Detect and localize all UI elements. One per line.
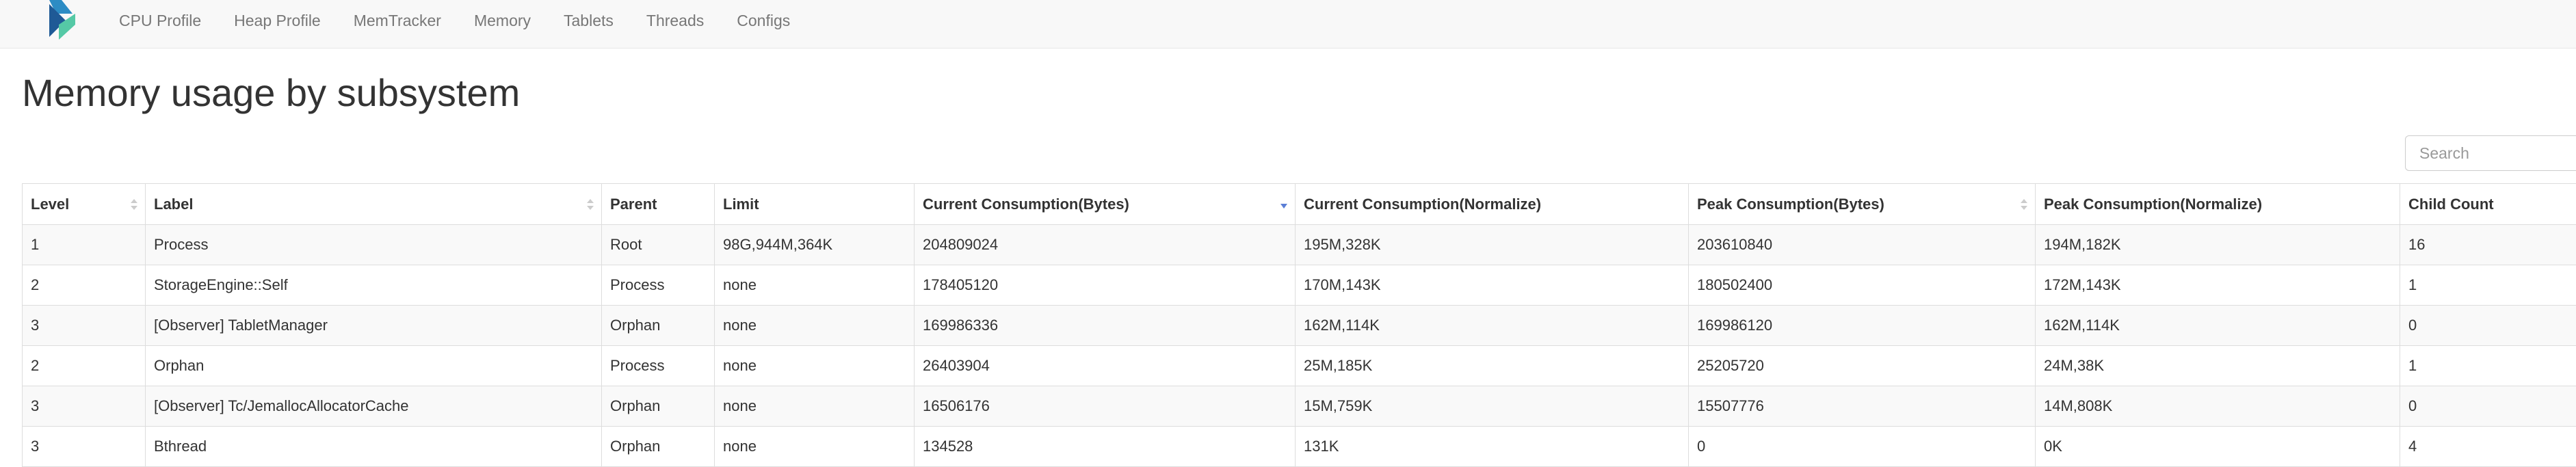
cell-limit: none [715,427,915,467]
cell-peak-normalize: 24M,38K [2036,346,2400,386]
cell-peak-bytes: 180502400 [1689,265,2036,306]
col-header-current-normalize[interactable]: Current Consumption(Normalize) [1296,184,1689,225]
cell-label: Bthread [146,427,602,467]
table-row: 3 [Observer] TabletManager Orphan none 1… [23,306,2576,346]
col-header-label: Parent [610,196,657,213]
cell-peak-normalize: 162M,114K [2036,306,2400,346]
cell-label: Orphan [146,346,602,386]
cell-peak-bytes: 169986120 [1689,306,2036,346]
cell-peak-normalize: 14M,808K [2036,386,2400,427]
col-header-label: Child Count [2408,196,2494,213]
col-header-child-count[interactable]: Child Count [2400,184,2576,225]
cell-level: 3 [23,427,146,467]
col-header-label: Current Consumption(Normalize) [1304,196,1541,213]
cell-label: [Observer] TabletManager [146,306,602,346]
col-header-label: Level [31,196,69,213]
cell-level: 2 [23,265,146,306]
cell-parent: Orphan [602,386,715,427]
search-input[interactable] [2405,135,2576,171]
nav-tablets[interactable]: Tablets [547,0,630,41]
cell-peak-bytes: 15507776 [1689,386,2036,427]
cell-label: StorageEngine::Self [146,265,602,306]
cell-peak-bytes: 0 [1689,427,2036,467]
cell-child-count: 0 [2400,386,2576,427]
cell-child-count: 0 [2400,306,2576,346]
nav-cpu-profile[interactable]: CPU Profile [103,0,218,41]
cell-limit: none [715,346,915,386]
col-header-peak-bytes[interactable]: Peak Consumption(Bytes) [1689,184,2036,225]
cell-parent: Root [602,225,715,265]
cell-limit: 98G,944M,364K [715,225,915,265]
cell-level: 3 [23,306,146,346]
table-row: 1 Process Root 98G,944M,364K 204809024 1… [23,225,2576,265]
cell-level: 3 [23,386,146,427]
cell-level: 1 [23,225,146,265]
table-header-row: Level Label Parent Limit [23,184,2576,225]
cell-current-bytes: 16506176 [915,386,1296,427]
cell-current-bytes: 178405120 [915,265,1296,306]
cell-child-count: 4 [2400,427,2576,467]
cell-peak-bytes: 203610840 [1689,225,2036,265]
sort-unsorted-icon [2020,198,2028,211]
sort-unsorted-icon [130,198,138,211]
cell-current-normalize: 195M,328K [1296,225,1689,265]
cell-current-normalize: 15M,759K [1296,386,1689,427]
col-header-label-column[interactable]: Label [146,184,602,225]
col-header-peak-normalize[interactable]: Peak Consumption(Normalize) [2036,184,2400,225]
nav-heap-profile[interactable]: Heap Profile [218,0,337,41]
col-header-current-bytes[interactable]: Current Consumption(Bytes) [915,184,1296,225]
col-header-limit[interactable]: Limit [715,184,915,225]
nav-memory[interactable]: Memory [458,0,547,41]
cell-limit: none [715,306,915,346]
cell-child-count: 1 [2400,265,2576,306]
col-header-label: Limit [723,196,759,213]
cell-current-bytes: 204809024 [915,225,1296,265]
sort-descending-icon [1280,198,1288,211]
cell-limit: none [715,265,915,306]
cell-label: [Observer] Tc/JemallocAllocatorCache [146,386,602,427]
cell-parent: Process [602,265,715,306]
cell-current-normalize: 131K [1296,427,1689,467]
col-header-parent[interactable]: Parent [602,184,715,225]
memory-table-container: Level Label Parent Limit [22,183,2576,467]
cell-parent: Orphan [602,306,715,346]
cell-current-bytes: 134528 [915,427,1296,467]
cell-current-normalize: 170M,143K [1296,265,1689,306]
app-logo[interactable] [45,0,79,41]
table-row: 2 StorageEngine::Self Process none 17840… [23,265,2576,306]
nav-links: CPU Profile Heap Profile MemTracker Memo… [103,0,806,41]
col-header-label: Peak Consumption(Bytes) [1697,196,1884,213]
col-header-label: Peak Consumption(Normalize) [2044,196,2262,213]
top-navbar: CPU Profile Heap Profile MemTracker Memo… [0,0,2576,49]
cell-current-bytes: 26403904 [915,346,1296,386]
cell-level: 2 [23,346,146,386]
cell-peak-normalize: 194M,182K [2036,225,2400,265]
cell-child-count: 1 [2400,346,2576,386]
cell-current-bytes: 169986336 [915,306,1296,346]
page-title: Memory usage by subsystem [22,70,520,115]
memory-table: Level Label Parent Limit [22,183,2576,467]
table-row: 3 Bthread Orphan none 134528 131K 0 0K 4 [23,427,2576,467]
col-header-level[interactable]: Level [23,184,146,225]
cell-parent: Orphan [602,427,715,467]
nav-configs[interactable]: Configs [720,0,806,41]
col-header-label: Label [154,196,193,213]
table-row: 2 Orphan Process none 26403904 25M,185K … [23,346,2576,386]
table-row: 3 [Observer] Tc/JemallocAllocatorCache O… [23,386,2576,427]
sort-unsorted-icon [586,198,594,211]
logo-icon [45,0,79,41]
cell-peak-normalize: 172M,143K [2036,265,2400,306]
cell-current-normalize: 25M,185K [1296,346,1689,386]
cell-limit: none [715,386,915,427]
cell-label: Process [146,225,602,265]
cell-child-count: 16 [2400,225,2576,265]
cell-peak-normalize: 0K [2036,427,2400,467]
cell-parent: Process [602,346,715,386]
nav-memtracker[interactable]: MemTracker [337,0,458,41]
cell-peak-bytes: 25205720 [1689,346,2036,386]
cell-current-normalize: 162M,114K [1296,306,1689,346]
col-header-label: Current Consumption(Bytes) [923,196,1129,213]
nav-threads[interactable]: Threads [630,0,720,41]
